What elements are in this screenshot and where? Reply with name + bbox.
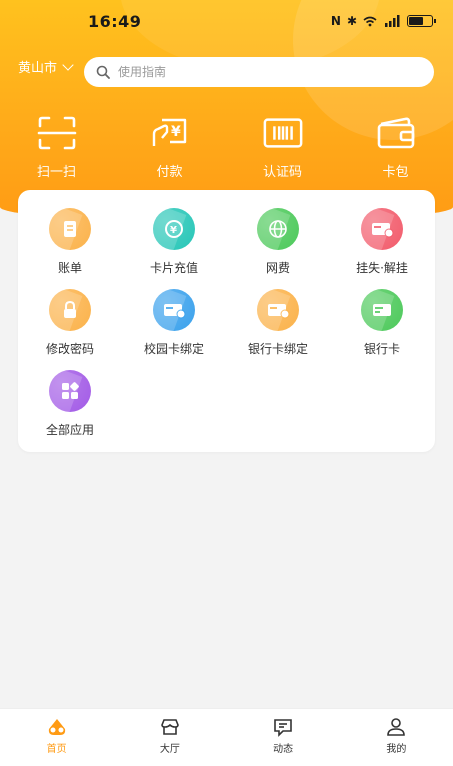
services-card: 账单 ¥ 卡片充值 网费 挂失·解挂 修改密码 校园卡绑定 银行卡绑定 银行卡 …: [18, 190, 435, 452]
status-bar: 16:49 N ✱: [0, 0, 453, 44]
service-campus-card-bind[interactable]: 校园卡绑定: [122, 289, 226, 370]
tab-label: 首页: [46, 744, 67, 755]
svg-text:¥: ¥: [171, 124, 181, 140]
service-label: 挂失·解挂: [356, 261, 408, 275]
apps-icon: [49, 370, 91, 412]
wifi-icon: [363, 16, 377, 26]
quick-action-scan[interactable]: 扫一扫: [0, 115, 113, 180]
service-label: 校园卡绑定: [143, 342, 204, 356]
recharge-icon: ¥: [153, 208, 195, 250]
campus-card-icon: [153, 289, 195, 331]
service-bill[interactable]: 账单: [18, 208, 122, 289]
quick-action-label: 扫一扫: [36, 165, 76, 180]
tab-profile[interactable]: 我的: [340, 709, 453, 766]
chevron-down-icon: [62, 58, 74, 71]
quick-action-label: 付款: [156, 165, 183, 180]
bill-icon: [49, 208, 91, 250]
service-change-password[interactable]: 修改密码: [18, 289, 122, 370]
status-icons: N ✱: [330, 14, 436, 28]
service-label: 全部应用: [45, 423, 94, 437]
lock-icon: [49, 289, 91, 331]
payment-icon: ¥: [149, 115, 191, 151]
quick-action-label: 卡包: [382, 165, 409, 180]
scan-icon: [36, 115, 78, 151]
service-label: 银行卡: [363, 342, 400, 356]
bank-card-icon: [361, 289, 403, 331]
search-bar[interactable]: [84, 57, 434, 87]
service-all-apps[interactable]: 全部应用: [18, 370, 122, 451]
status-time: 16:49: [88, 12, 142, 31]
bluetooth-icon: ✱: [346, 14, 357, 28]
service-label: 银行卡绑定: [247, 342, 308, 356]
tab-label: 我的: [386, 744, 407, 755]
wallet-icon: [375, 115, 417, 151]
city-label: 黄山市: [18, 61, 58, 76]
service-recharge[interactable]: ¥ 卡片充值: [122, 208, 226, 289]
services-grid: 账单 ¥ 卡片充值 网费 挂失·解挂 修改密码 校园卡绑定 银行卡绑定 银行卡 …: [18, 208, 435, 451]
tab-hall[interactable]: 大厅: [113, 709, 226, 766]
auth-code-icon: [262, 115, 304, 151]
card-lock-icon: [361, 208, 403, 250]
service-label: 网费: [265, 261, 290, 275]
home-icon: [48, 719, 65, 735]
tab-label: 大厅: [159, 744, 180, 755]
tab-bar: 首页 大厅 动态 我的: [0, 708, 453, 766]
service-label: 卡片充值: [149, 261, 198, 275]
tab-news[interactable]: 动态: [227, 709, 340, 766]
tab-label: 动态: [273, 744, 294, 755]
tab-home[interactable]: 首页: [0, 709, 113, 766]
profile-icon: [387, 718, 406, 736]
globe-icon: [257, 208, 299, 250]
svg-text:¥: ¥: [170, 225, 177, 236]
service-report-loss[interactable]: 挂失·解挂: [330, 208, 434, 289]
service-label: 修改密码: [45, 342, 94, 356]
service-bank-card-bind[interactable]: 银行卡绑定: [226, 289, 330, 370]
search-icon: [96, 65, 110, 79]
hall-icon: [161, 719, 179, 735]
service-bank-card[interactable]: 银行卡: [330, 289, 434, 370]
quick-action-payment[interactable]: ¥ 付款: [113, 115, 226, 180]
service-network-fee[interactable]: 网费: [226, 208, 330, 289]
quick-action-wallet[interactable]: 卡包: [339, 115, 452, 180]
battery-icon: [407, 15, 436, 27]
bank-card-bind-icon: [257, 289, 299, 331]
message-icon: [274, 719, 292, 737]
city-selector[interactable]: 黄山市: [18, 57, 74, 76]
signal-icon: [385, 15, 400, 27]
quick-action-auth-code[interactable]: 认证码: [226, 115, 339, 180]
nfc-icon: N: [330, 14, 341, 28]
quick-actions: 扫一扫 ¥ 付款 认证码 卡包: [0, 115, 453, 180]
service-label: 账单: [57, 261, 82, 275]
search-input[interactable]: [118, 65, 398, 79]
quick-action-label: 认证码: [262, 165, 302, 180]
